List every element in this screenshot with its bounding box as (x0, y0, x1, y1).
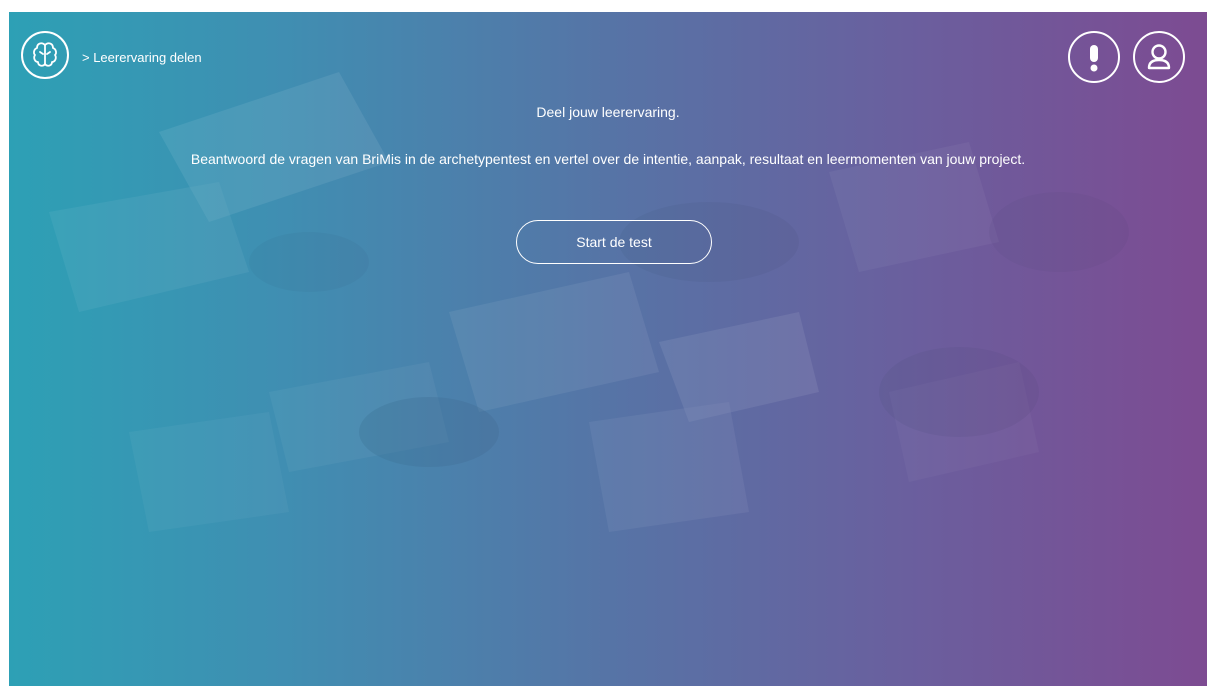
start-test-button[interactable]: Start de test (516, 220, 712, 264)
alert-button[interactable] (1068, 31, 1120, 83)
home-logo-button[interactable] (21, 31, 69, 79)
app-frame: > Leerervaring delen Deel jouw leerervar… (9, 12, 1207, 686)
breadcrumb: > Leerervaring delen (82, 50, 202, 65)
page-title: Deel jouw leerervaring. (536, 104, 680, 120)
brain-icon (33, 42, 57, 67)
user-icon (1147, 44, 1171, 70)
page-description: Beantwoord de vragen van BriMis in de ar… (190, 151, 1026, 167)
exclamation-icon (1090, 45, 1098, 72)
profile-button[interactable] (1133, 31, 1185, 83)
header: > Leerervaring delen (9, 12, 1207, 102)
